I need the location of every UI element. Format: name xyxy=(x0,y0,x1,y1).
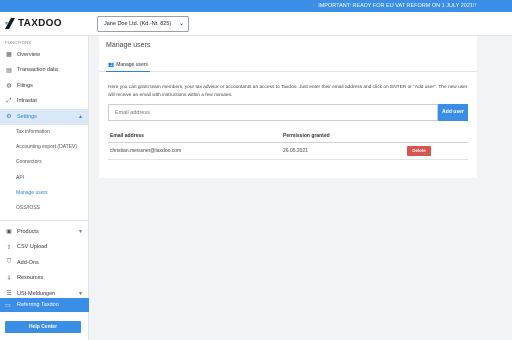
sidebar-item-csv-upload[interactable]: ⇧ CSV Upload xyxy=(0,239,88,255)
sidebar-item-label: Settings xyxy=(17,113,37,120)
download-icon: ⇩ xyxy=(6,275,12,282)
page-title: Manage users xyxy=(106,42,151,49)
arrows-icon: ⤢ xyxy=(6,97,12,104)
announcement-banner: IMPORTANT: READY FOR EU VAT REFORM ON 1 … xyxy=(0,0,512,12)
sidebar-item-label: Filings xyxy=(17,82,33,89)
gift-icon: ▭ xyxy=(5,302,11,309)
sidebar-item-label: Transaction data xyxy=(17,67,58,74)
announcement-text: IMPORTANT: READY FOR EU VAT REFORM ON 1 … xyxy=(318,3,476,9)
company-select[interactable]: Jane Doe Ltd. (Kd.-Nr. 825) ⌄ xyxy=(97,16,189,32)
sidebar: FUNCTIONS ▦ Overview ▤ Transaction data … xyxy=(0,36,89,340)
box-icon: ▣ xyxy=(6,229,12,236)
sidebar-subitem-api[interactable]: API xyxy=(0,171,88,186)
logo-text: TAXDOO xyxy=(18,18,62,29)
upload-icon: ⇧ xyxy=(6,244,12,251)
chevron-down-icon: ▼ xyxy=(78,228,83,235)
sidebar-section-label: FUNCTIONS xyxy=(5,40,32,45)
sidebar-subitem-accounting-export[interactable]: Accounting export (DATEV) xyxy=(0,140,88,155)
cell-permission-granted: 26.05.2021 xyxy=(283,148,309,154)
sidebar-item-label: Overview xyxy=(17,51,40,58)
sidebar-item-label: Referring Taxdoo xyxy=(17,302,59,308)
top-header: TAXDOO Jane Doe Ltd. (Kd.-Nr. 825) ⌄ xyxy=(0,12,512,36)
sidebar-item-intrastat[interactable]: ⤢ Intrastat xyxy=(0,94,88,110)
sidebar-item-add-ons[interactable]: ⛉ Add-Ons xyxy=(0,255,88,271)
help-center-button[interactable]: Help Center xyxy=(5,321,81,333)
taxdoo-logo-icon xyxy=(5,18,15,29)
sidebar-subitem-manage-users[interactable]: Manage users xyxy=(0,186,88,201)
manage-users-card: Manage users 👥 Manage users Here you can… xyxy=(99,36,477,178)
delete-user-button[interactable]: Delete xyxy=(407,146,431,156)
grid-icon: ▦ xyxy=(6,52,12,59)
sidebar-subitem-connectors[interactable]: Connectors xyxy=(0,155,88,170)
globe-icon: ◍ xyxy=(6,83,12,90)
sidebar-item-overview[interactable]: ▦ Overview xyxy=(0,47,88,63)
sidebar-item-filings[interactable]: ◍ Filings xyxy=(0,78,88,94)
sidebar-item-transaction-data[interactable]: ▤ Transaction data xyxy=(0,63,88,79)
sidebar-item-label: Products xyxy=(17,228,39,235)
company-select-value: Jane Doe Ltd. (Kd.-Nr. 825) xyxy=(104,21,172,27)
tab-bar: 👥 Manage users xyxy=(99,58,477,72)
shield-icon: ⛉ xyxy=(6,259,12,266)
sidebar-subitem-oss-ioss[interactable]: OSS/IOSS xyxy=(0,201,88,216)
sidebar-item-label: Add-Ons xyxy=(17,259,39,266)
email-input[interactable] xyxy=(108,104,438,121)
users-icon: 👥 xyxy=(108,61,115,68)
chevron-down-icon: ▼ xyxy=(78,290,83,297)
cell-actions: Delete xyxy=(407,146,468,156)
column-header-email: Email address xyxy=(110,133,144,139)
column-header-permission: Permission granted xyxy=(283,133,330,139)
tab-manage-users[interactable]: 👥 Manage users xyxy=(106,58,150,72)
gear-icon: ⚙ xyxy=(6,114,12,121)
add-user-button[interactable]: Add user xyxy=(438,104,468,121)
sidebar-item-products[interactable]: ▣ Products ▼ xyxy=(0,224,88,240)
cell-email: christian.meissner@taxdoo.com xyxy=(110,148,182,154)
list-icon: ☰ xyxy=(6,291,12,298)
chevron-up-icon: ▲ xyxy=(78,113,83,120)
sidebar-item-label: USt-Meldungen xyxy=(17,290,56,297)
sidebar-item-referring-taxdoo[interactable]: ▭ Referring Taxdoo xyxy=(0,298,89,312)
chevron-down-icon: ⌄ xyxy=(178,21,184,27)
sidebar-item-label: CSV Upload xyxy=(17,244,48,251)
tab-label: Manage users xyxy=(116,61,148,68)
sidebar-subitem-tax-information[interactable]: Tax information xyxy=(0,125,88,140)
table-row: christian.meissner@taxdoo.com 26.05.2021… xyxy=(108,143,468,160)
sidebar-item-label: Intrastat xyxy=(17,98,37,105)
sidebar-item-settings[interactable]: ⚙ Settings ▲ xyxy=(0,109,88,125)
table-icon: ▤ xyxy=(6,67,12,74)
table-header: Email address Permission granted xyxy=(108,130,468,143)
intro-text: Here you can grant team members, your ta… xyxy=(108,85,468,98)
sidebar-item-resources[interactable]: ⇩ Resources xyxy=(0,270,88,286)
users-table: Email address Permission granted christi… xyxy=(108,130,468,160)
taxdoo-logo[interactable]: TAXDOO xyxy=(5,18,62,29)
sidebar-item-label: Resources xyxy=(17,275,44,282)
sidebar-divider xyxy=(0,219,88,221)
